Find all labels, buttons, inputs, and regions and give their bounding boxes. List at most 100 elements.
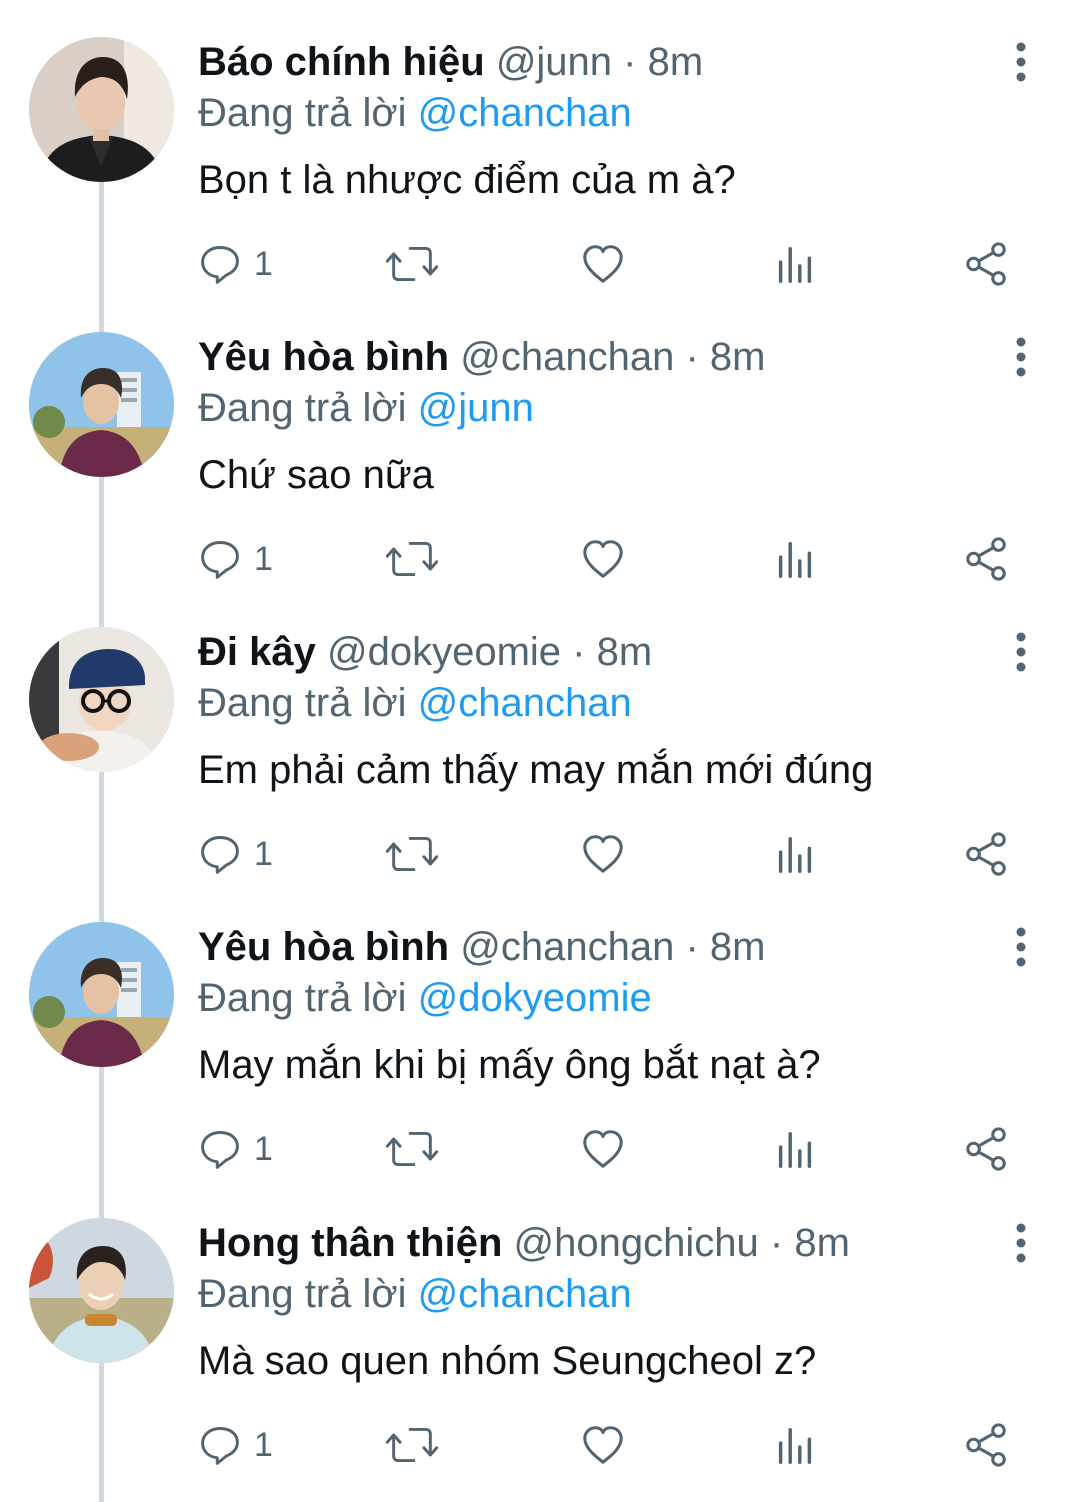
reply-button[interactable]: 1 xyxy=(198,531,273,587)
retweet-button[interactable] xyxy=(386,1417,438,1473)
views-button[interactable] xyxy=(772,236,818,292)
share-button[interactable] xyxy=(964,1417,1010,1473)
more-options-button[interactable] xyxy=(1006,632,1036,672)
like-button[interactable] xyxy=(580,1121,626,1177)
reply-count: 1 xyxy=(254,539,273,578)
timestamp[interactable]: 8m xyxy=(710,925,766,969)
tweet-header: Báo chính hiệu @junn · 8m xyxy=(198,38,703,86)
views-button[interactable] xyxy=(772,826,818,882)
retweet-icon xyxy=(386,832,438,876)
avatar-photo xyxy=(29,627,174,772)
share-button[interactable] xyxy=(964,531,1010,587)
share-button[interactable] xyxy=(964,236,1010,292)
retweet-button[interactable] xyxy=(386,826,438,882)
replying-mention-link[interactable]: @chanchan xyxy=(418,681,632,725)
views-button[interactable] xyxy=(772,1417,818,1473)
reply-count: 1 xyxy=(254,244,273,283)
timestamp[interactable]: 8m xyxy=(648,40,704,84)
timestamp[interactable]: 8m xyxy=(710,335,766,379)
retweet-icon xyxy=(386,1127,438,1171)
share-icon xyxy=(964,1422,1010,1468)
reply-icon xyxy=(198,242,242,286)
replying-to: Đang trả lời @junn xyxy=(198,384,534,432)
more-options-button[interactable] xyxy=(1006,42,1036,82)
like-button[interactable] xyxy=(580,1417,626,1473)
display-name[interactable]: Yêu hòa bình xyxy=(198,335,449,379)
reply-count: 1 xyxy=(254,1425,273,1464)
reply-button[interactable]: 1 xyxy=(198,1417,273,1473)
timestamp[interactable]: 8m xyxy=(597,630,653,674)
replying-mention-link[interactable]: @chanchan xyxy=(418,1272,632,1316)
user-handle[interactable]: @dokyeomie xyxy=(327,630,561,674)
more-options-button[interactable] xyxy=(1006,1223,1036,1263)
replying-label: Đang trả lời xyxy=(198,1272,407,1316)
tweet-header: Yêu hòa bình @chanchan · 8m xyxy=(198,333,766,381)
user-handle[interactable]: @junn xyxy=(496,40,612,84)
like-button[interactable] xyxy=(580,531,626,587)
views-button[interactable] xyxy=(772,531,818,587)
tweet-actions: 1 xyxy=(0,826,1080,882)
user-handle[interactable]: @chanchan xyxy=(460,335,674,379)
share-icon xyxy=(964,1126,1010,1172)
replying-to: Đang trả lời @chanchan xyxy=(198,89,632,137)
avatar-photo xyxy=(29,37,174,182)
avatar[interactable] xyxy=(29,1218,174,1363)
reply-button[interactable]: 1 xyxy=(198,1121,273,1177)
replying-to: Đang trả lời @dokyeomie xyxy=(198,974,652,1022)
reply-button[interactable]: 1 xyxy=(198,826,273,882)
heart-icon xyxy=(580,1126,626,1172)
share-button[interactable] xyxy=(964,826,1010,882)
tweet-actions: 1 xyxy=(0,236,1080,292)
more-options-button[interactable] xyxy=(1006,927,1036,967)
more-vertical-icon xyxy=(1006,1223,1036,1263)
avatar-photo xyxy=(29,332,174,477)
avatar-photo xyxy=(29,1218,174,1363)
avatar[interactable] xyxy=(29,627,174,772)
replying-label: Đang trả lời xyxy=(198,681,407,725)
retweet-button[interactable] xyxy=(386,531,438,587)
retweet-button[interactable] xyxy=(386,1121,438,1177)
display-name[interactable]: Đi kây xyxy=(198,630,316,674)
tweet[interactable]: Yêu hòa bình @chanchan · 8m Đang trả lời… xyxy=(0,885,1080,1180)
views-icon xyxy=(772,831,818,877)
share-icon xyxy=(964,241,1010,287)
tweet[interactable]: Báo chính hiệu @junn · 8m Đang trả lời @… xyxy=(0,0,1080,295)
tweet[interactable]: Đi kây @dokyeomie · 8m Đang trả lời @cha… xyxy=(0,590,1080,885)
views-button[interactable] xyxy=(772,1121,818,1177)
display-name[interactable]: Hong thân thiện xyxy=(198,1221,502,1265)
reply-count: 1 xyxy=(254,834,273,873)
avatar[interactable] xyxy=(29,37,174,182)
replying-to: Đang trả lời @chanchan xyxy=(198,679,632,727)
timestamp[interactable]: 8m xyxy=(794,1221,850,1265)
tweet-header: Yêu hòa bình @chanchan · 8m xyxy=(198,923,766,971)
views-icon xyxy=(772,241,818,287)
tweet[interactable]: Yêu hòa bình @chanchan · 8m Đang trả lời… xyxy=(0,295,1080,590)
display-name[interactable]: Báo chính hiệu xyxy=(198,40,485,84)
more-vertical-icon xyxy=(1006,927,1036,967)
replying-mention-link[interactable]: @junn xyxy=(418,386,534,430)
views-icon xyxy=(772,1126,818,1172)
separator-dot: · xyxy=(572,630,586,674)
tweet-header: Đi kây @dokyeomie · 8m xyxy=(198,628,652,676)
user-handle[interactable]: @chanchan xyxy=(460,925,674,969)
avatar[interactable] xyxy=(29,922,174,1067)
reply-count: 1 xyxy=(254,1129,273,1168)
retweet-button[interactable] xyxy=(386,236,438,292)
replying-mention-link[interactable]: @dokyeomie xyxy=(418,976,652,1020)
display-name[interactable]: Yêu hòa bình xyxy=(198,925,449,969)
share-button[interactable] xyxy=(964,1121,1010,1177)
more-vertical-icon xyxy=(1006,42,1036,82)
replying-mention-link[interactable]: @chanchan xyxy=(418,91,632,135)
user-handle[interactable]: @hongchichu xyxy=(514,1221,759,1265)
reply-icon xyxy=(198,1423,242,1467)
like-button[interactable] xyxy=(580,236,626,292)
more-vertical-icon xyxy=(1006,337,1036,377)
reply-button[interactable]: 1 xyxy=(198,236,273,292)
tweet-text: Chứ sao nữa xyxy=(198,453,434,497)
like-button[interactable] xyxy=(580,826,626,882)
tweet[interactable]: Hong thân thiện @hongchichu · 8m Đang tr… xyxy=(0,1181,1080,1476)
avatar[interactable] xyxy=(29,332,174,477)
more-options-button[interactable] xyxy=(1006,337,1036,377)
separator-dot: · xyxy=(623,40,637,84)
tweet-text: Em phải cảm thấy may mắn mới đúng xyxy=(198,748,874,792)
